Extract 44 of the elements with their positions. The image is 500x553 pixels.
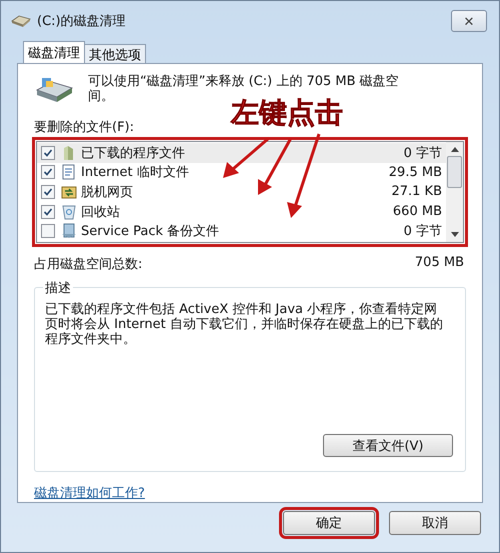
file-size: 27.1 KB [391, 184, 442, 200]
recycle-bin-icon [61, 204, 77, 220]
file-size: 660 MB [392, 204, 442, 220]
checkbox[interactable] [41, 165, 55, 180]
scroll-up-icon[interactable] [450, 147, 458, 152]
check-icon [43, 167, 53, 178]
web-folder-icon [61, 184, 77, 200]
check-icon [43, 186, 53, 197]
checkbox[interactable] [41, 146, 55, 160]
file-name: 已下载的程序文件 [81, 144, 186, 162]
file-size: 0 字节 [404, 144, 442, 162]
dialog-button[interactable]: 取消 [389, 511, 481, 535]
file-size: 29.5 MB [388, 164, 442, 180]
close-button[interactable]: ✕ [451, 10, 487, 32]
file-row[interactable]: Internet 临时文件 29.5 MB [37, 162, 446, 182]
checkbox[interactable] [41, 204, 55, 219]
file-name: Internet 临时文件 [81, 164, 190, 182]
installer-icon [61, 223, 77, 240]
description-text: 已下载的程序文件包括 ActiveX 控件和 Java 小程序，你查看特定网页时将会从 Internet 自动下载它们，并临时保存在硬盘上的已下载的程序文件夹中。 [45, 302, 443, 347]
tab[interactable]: 磁盘清理 [23, 41, 85, 63]
total-label: 占用磁盘空间总数: [34, 256, 142, 273]
file-name: 回收站 [81, 204, 121, 221]
files-label: 要删除的文件(F): [34, 119, 136, 136]
scroll-down-icon[interactable] [450, 232, 458, 237]
file-row[interactable]: 脱机网页 27.1 KB [37, 182, 446, 202]
check-icon [43, 206, 53, 217]
file-row[interactable]: Service Pack 备份文件 0 字节 [37, 221, 446, 241]
file-row[interactable]: 已下载的程序文件 0 字节 [37, 143, 446, 163]
file-row[interactable]: 回收站 660 MB [37, 202, 446, 222]
drive-icon [34, 76, 74, 104]
tab[interactable]: 其他选项 [84, 44, 146, 63]
group-title: 描述 [43, 279, 73, 297]
window-title: (C:)的磁盘清理 [37, 13, 127, 30]
scrollbar[interactable] [446, 142, 463, 242]
check-icon [43, 148, 53, 158]
file-name: Service Pack 备份文件 [81, 223, 220, 240]
checkbox[interactable] [41, 224, 55, 238]
file-size: 0 字节 [404, 223, 442, 240]
document-icon [61, 164, 77, 180]
checkbox[interactable] [41, 184, 55, 199]
file-name: 脱机网页 [81, 184, 134, 201]
view-files-button[interactable]: 查看文件(V) [323, 434, 453, 457]
total-value: 705 MB [414, 255, 464, 272]
help-link[interactable]: 磁盘清理如何工作? [34, 486, 145, 501]
